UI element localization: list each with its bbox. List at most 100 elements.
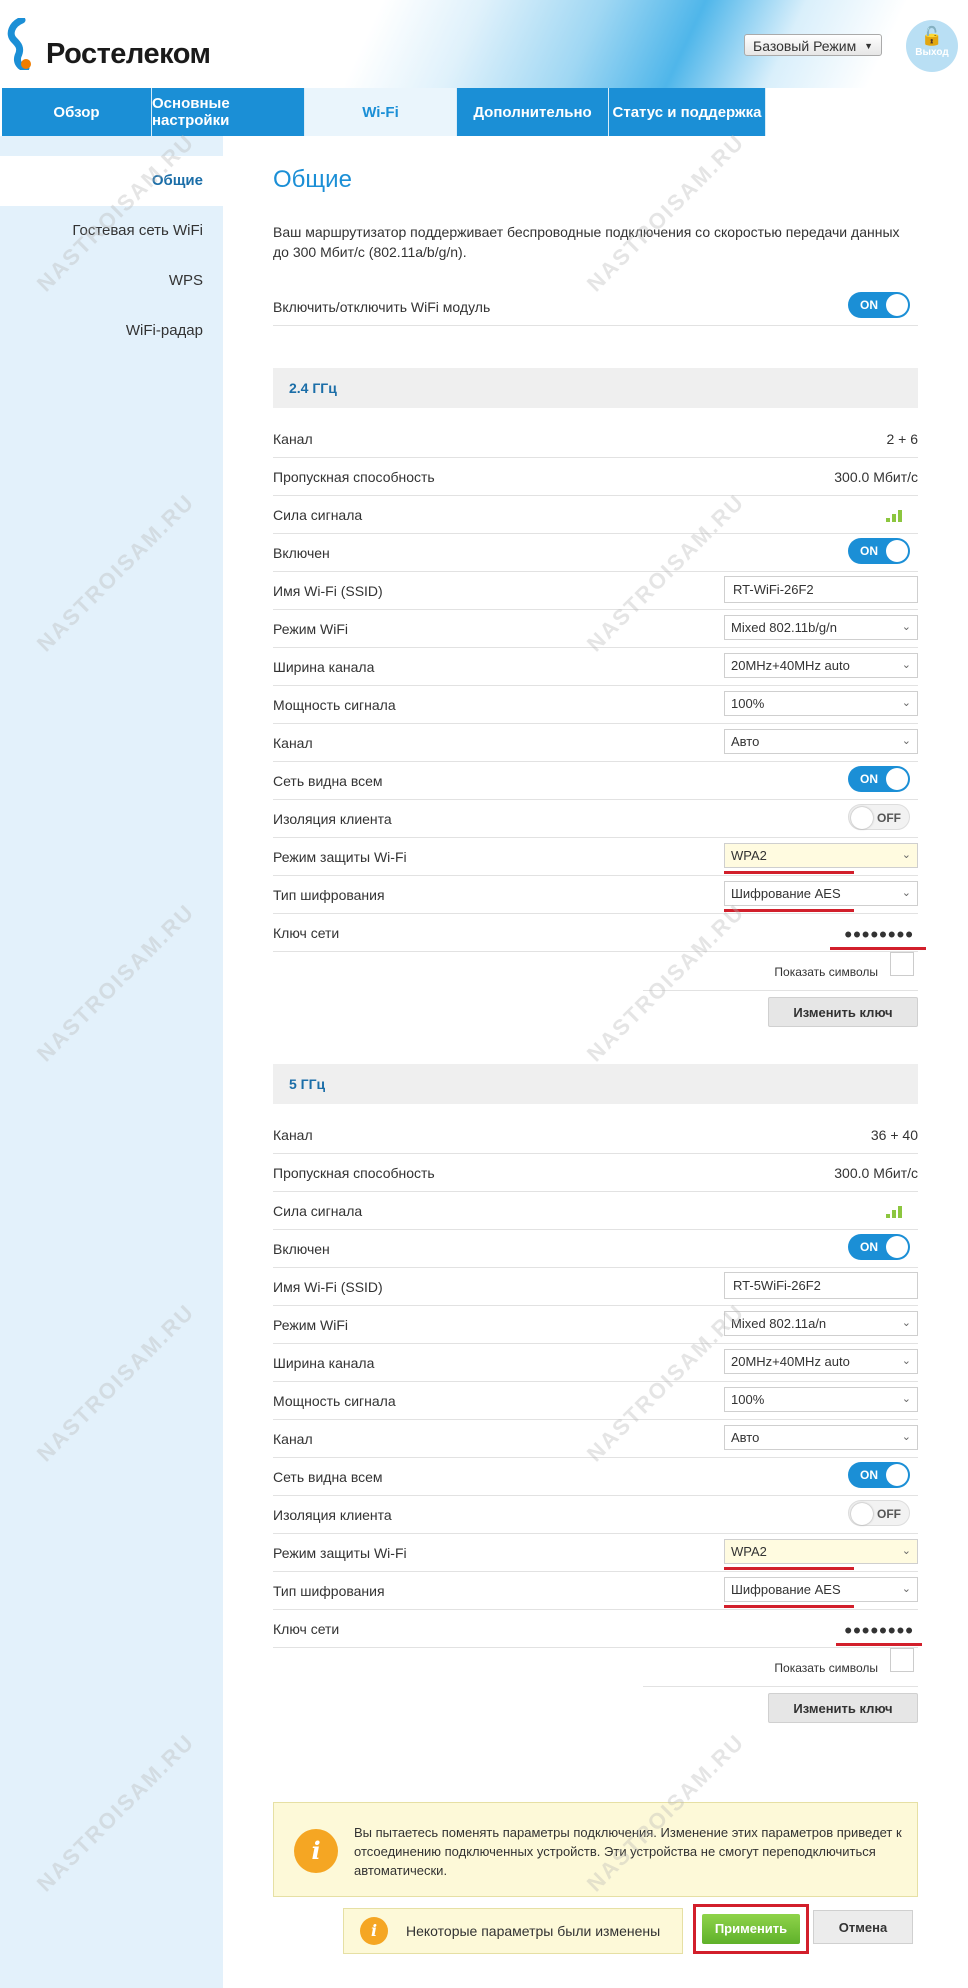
b24-encryption-select[interactable]: Шифрование AES ⌄	[724, 881, 918, 906]
section-title: 2.4 ГГц	[289, 380, 337, 396]
b5-key-value[interactable]: ••••••••	[844, 1618, 914, 1644]
lock-icon: 🔓	[920, 26, 944, 46]
tab-overview[interactable]: Обзор	[2, 88, 152, 136]
logo-text: Ростелеком	[46, 38, 211, 70]
row-label: Канал	[273, 1431, 313, 1447]
chevron-down-icon: ⌄	[901, 1583, 911, 1595]
chevron-down-icon: ⌄	[901, 1317, 911, 1329]
wifi-module-toggle[interactable]: ON	[848, 292, 910, 318]
select-value: WPA2	[731, 848, 767, 863]
sidebar-item-wifi-radar[interactable]: WiFi-радар	[0, 306, 223, 356]
b5-ssid-input[interactable]: RT-5WiFi-26F2	[724, 1272, 918, 1299]
mode-select[interactable]: Базовый Режим ▼	[744, 34, 882, 56]
sidebar-item-guest-wifi[interactable]: Гостевая сеть WiFi	[0, 206, 223, 256]
highlight-underline	[724, 909, 854, 912]
logout-button[interactable]: 🔓 Выход	[906, 20, 958, 72]
b24-isolation-toggle[interactable]: OFF	[848, 804, 910, 830]
b5-channel-select[interactable]: Авто ⌄	[724, 1425, 918, 1450]
b5-width-select[interactable]: 20MHz+40MHz auto ⌄	[724, 1349, 918, 1374]
row-label: Сеть видна всем	[273, 773, 383, 789]
row-label: Пропускная способность	[273, 469, 435, 485]
row-label: Пропускная способность	[273, 1165, 435, 1181]
b24-visible-toggle[interactable]: ON	[848, 766, 910, 792]
b5-enabled-row: Включен ON	[273, 1230, 918, 1268]
row-label: Включен	[273, 1241, 330, 1257]
mode-select-value: Базовый Режим	[753, 38, 857, 54]
toggle-knob	[886, 294, 908, 316]
apply-button[interactable]: Применить	[702, 1914, 800, 1944]
row-label: Канал	[273, 431, 313, 447]
b5-power-select[interactable]: 100% ⌄	[724, 1387, 918, 1412]
b5-power-row: Мощность сигнала 100% ⌄	[273, 1382, 918, 1420]
cancel-button[interactable]: Отмена	[813, 1910, 913, 1944]
select-value: Авто	[731, 734, 760, 749]
b5-enabled-toggle[interactable]: ON	[848, 1234, 910, 1260]
channel-value: 2 + 6	[886, 431, 918, 447]
tab-advanced[interactable]: Дополнительно	[457, 88, 609, 136]
sidebar-item-wps[interactable]: WPS	[0, 256, 223, 306]
signal-strength-icon	[886, 1206, 904, 1218]
b5-encryption-row: Тип шифрования Шифрование AES ⌄	[273, 1572, 918, 1610]
b24-enabled-toggle[interactable]: ON	[848, 538, 910, 564]
b24-ssid-row: Имя Wi-Fi (SSID) RT-WiFi-26F2	[273, 572, 918, 610]
b24-change-key-button[interactable]: Изменить ключ	[768, 997, 918, 1027]
row-label: Изоляция клиента	[273, 811, 392, 827]
b24-key-value[interactable]: ••••••••	[844, 922, 914, 948]
channel-value: 36 + 40	[870, 1127, 918, 1143]
row-label: Сеть видна всем	[273, 1469, 383, 1485]
b5-isolation-toggle[interactable]: OFF	[848, 1500, 910, 1526]
highlight-underline	[724, 871, 854, 874]
tab-wifi[interactable]: Wi-Fi	[305, 88, 457, 136]
b24-visible-row: Сеть видна всем ON	[273, 762, 918, 800]
toggle-state: OFF	[877, 1507, 901, 1521]
b24-width-select[interactable]: 20MHz+40MHz auto ⌄	[724, 653, 918, 678]
b24-power-row: Мощность сигнала 100% ⌄	[273, 686, 918, 724]
sidebar-item-label: WiFi-радар	[125, 322, 203, 339]
toggle-state: ON	[860, 544, 878, 558]
info-icon: i	[360, 1917, 388, 1945]
highlight-underline	[830, 947, 926, 950]
highlight-underline	[724, 1567, 854, 1570]
b24-encryption-row: Тип шифрования Шифрование AES ⌄	[273, 876, 918, 914]
row-label: Режим WiFi	[273, 621, 349, 637]
b5-key-row: Ключ сети ••••••••	[273, 1610, 922, 1648]
b5-show-symbols-checkbox[interactable]	[890, 1648, 914, 1672]
b5-security-select[interactable]: WPA2 ⌄	[724, 1539, 918, 1564]
b5-encryption-select[interactable]: Шифрование AES ⌄	[724, 1577, 918, 1602]
b5-change-key-button[interactable]: Изменить ключ	[768, 1693, 918, 1723]
header: Ростелеком Базовый Режим ▼ 🔓 Выход	[0, 0, 968, 88]
show-symbols-label: Показать символы	[774, 1661, 878, 1675]
select-value: 100%	[731, 1392, 765, 1407]
row-label: Канал	[273, 1127, 313, 1143]
toggle-state: ON	[860, 298, 878, 312]
tab-basic-settings[interactable]: Основные настройки	[152, 88, 305, 136]
sidebar-item-label: WPS	[168, 272, 203, 289]
b24-security-select[interactable]: WPA2 ⌄	[724, 843, 918, 868]
b24-channel-select[interactable]: Авто ⌄	[724, 729, 918, 754]
row-label: Имя Wi-Fi (SSID)	[273, 583, 383, 599]
page-title: Общие	[273, 166, 352, 193]
b24-width-row: Ширина канала 20MHz+40MHz auto ⌄	[273, 648, 918, 686]
toggle-knob	[886, 768, 908, 790]
b24-mode-select[interactable]: Mixed 802.11b/g/n ⌄	[724, 615, 918, 640]
b24-ssid-input[interactable]: RT-WiFi-26F2	[724, 576, 918, 603]
tab-status-support[interactable]: Статус и поддержка	[609, 88, 766, 136]
highlight-underline	[724, 1605, 854, 1608]
b24-channel-row: Канал 2 + 6	[273, 420, 918, 458]
b24-show-symbols-row: Показать символы	[643, 952, 918, 991]
b24-power-select[interactable]: 100% ⌄	[724, 691, 918, 716]
row-label: Ширина канала	[273, 1355, 375, 1371]
warning-panel: i Вы пытаетесь поменять параметры подклю…	[273, 1802, 918, 1897]
sidebar-item-general[interactable]: Общие	[0, 156, 223, 206]
row-label: Включен	[273, 545, 330, 561]
row-label: Ширина канала	[273, 659, 375, 675]
apply-highlight: Применить	[693, 1904, 809, 1954]
select-value: 100%	[731, 696, 765, 711]
b24-key-row: Ключ сети ••••••••	[273, 914, 926, 952]
b5-visible-toggle[interactable]: ON	[848, 1462, 910, 1488]
select-value: Шифрование AES	[731, 886, 841, 901]
b5-mode-select[interactable]: Mixed 802.11a/n ⌄	[724, 1311, 918, 1336]
wifi-module-label: Включить/отключить WiFi модуль	[273, 299, 491, 315]
b24-isolation-row: Изоляция клиента OFF	[273, 800, 918, 838]
b24-show-symbols-checkbox[interactable]	[890, 952, 914, 976]
